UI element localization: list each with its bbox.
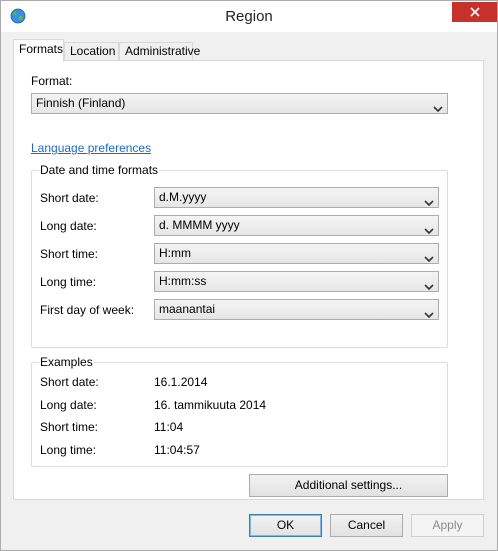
dialog-body: Formats Location Administrative Format: … (1, 32, 497, 550)
example-short-date-value: 16.1.2014 (154, 375, 208, 389)
examples-group: Examples Short date: 16.1.2014 Long date… (31, 355, 448, 467)
chevron-down-icon (424, 250, 434, 263)
format-select-value: Finnish (Finland) (36, 96, 126, 110)
language-preferences-link[interactable]: Language preferences (31, 141, 151, 155)
example-long-date-value: 16. tammikuuta 2014 (154, 398, 267, 412)
date-time-formats-group: Date and time formats Short date: d.M.yy… (31, 163, 448, 348)
chevron-down-icon (424, 222, 434, 235)
example-long-time-label: Long time: (40, 443, 97, 457)
ok-button[interactable]: OK (249, 514, 322, 537)
short-date-value: d.M.yyyy (159, 190, 207, 204)
short-time-select[interactable]: H:mm (154, 243, 439, 264)
chevron-down-icon (424, 194, 434, 207)
short-date-label: Short date: (40, 191, 99, 205)
long-date-label: Long date: (40, 219, 97, 233)
chevron-down-icon (424, 306, 434, 319)
long-date-select[interactable]: d. MMMM yyyy (154, 215, 439, 236)
first-day-of-week-value: maanantai (159, 302, 216, 316)
tab-location[interactable]: Location (64, 42, 119, 61)
short-time-label: Short time: (40, 247, 99, 261)
long-date-value: d. MMMM yyyy (159, 218, 240, 232)
example-short-time-value: 11:04 (154, 420, 184, 434)
format-select[interactable]: Finnish (Finland) (31, 93, 448, 114)
chevron-down-icon (433, 100, 443, 113)
long-time-select[interactable]: H:mm:ss (154, 271, 439, 292)
example-short-date-label: Short date: (40, 375, 99, 389)
format-label: Format: (31, 74, 73, 88)
region-dialog: Region Formats Location Administrative F… (0, 0, 498, 551)
chevron-down-icon (424, 278, 434, 291)
apply-button[interactable]: Apply (411, 514, 484, 537)
tab-formats[interactable]: Formats (13, 39, 64, 62)
long-time-value: H:mm:ss (159, 274, 207, 288)
long-time-label: Long time: (40, 275, 97, 289)
example-short-time-label: Short time: (40, 420, 99, 434)
examples-legend: Examples (39, 355, 94, 369)
close-icon (469, 7, 480, 17)
short-date-select[interactable]: d.M.yyyy (154, 187, 439, 208)
first-day-of-week-select[interactable]: maanantai (154, 299, 439, 320)
close-button[interactable] (452, 2, 497, 22)
example-long-date-label: Long date: (40, 398, 97, 412)
example-long-time-value: 11:04:57 (154, 443, 200, 457)
short-time-value: H:mm (159, 246, 191, 260)
cancel-button[interactable]: Cancel (330, 514, 403, 537)
first-day-of-week-label: First day of week: (40, 303, 135, 317)
window-title: Region (225, 8, 273, 25)
date-time-formats-legend: Date and time formats (39, 163, 160, 177)
title-bar[interactable]: Region (1, 1, 497, 32)
formats-panel: Format: Finnish (Finland) Language prefe… (13, 60, 484, 500)
additional-settings-button[interactable]: Additional settings... (249, 474, 448, 497)
tab-administrative[interactable]: Administrative (119, 42, 200, 61)
